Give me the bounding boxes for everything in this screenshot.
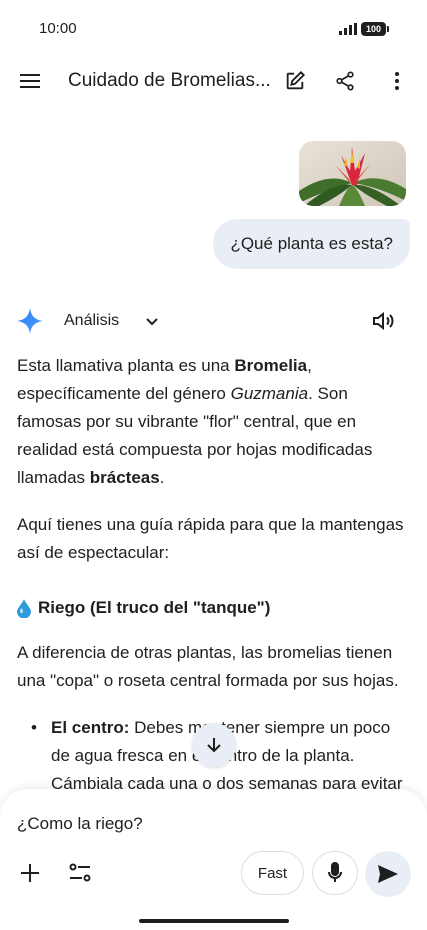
scroll-to-bottom-button[interactable] bbox=[192, 723, 236, 767]
reply-header: Análisis bbox=[0, 302, 427, 340]
tools-button[interactable] bbox=[62, 855, 98, 891]
model-speed-button[interactable]: Fast bbox=[241, 851, 304, 895]
hamburger-menu-icon bbox=[20, 74, 40, 88]
microphone-button[interactable] bbox=[312, 851, 358, 895]
speaker-icon[interactable] bbox=[371, 310, 395, 332]
water-drop-icon bbox=[17, 598, 31, 618]
intro-paragraph: Esta llamativa planta es una Bromelia, e… bbox=[17, 356, 373, 487]
status-time: 10:00 bbox=[39, 20, 77, 37]
edit-button[interactable] bbox=[277, 63, 313, 99]
section-paragraph: A diferencia de otras plantas, las brome… bbox=[17, 643, 399, 690]
top-app-bar: Cuidado de Bromelias... bbox=[0, 58, 427, 104]
gemini-sparkle-icon bbox=[17, 308, 43, 334]
status-bar: 10:00 100 bbox=[0, 0, 427, 58]
section-heading: Riego (El truco del "tanque") bbox=[17, 594, 413, 622]
menu-button[interactable] bbox=[12, 63, 48, 99]
send-button[interactable] bbox=[365, 851, 411, 897]
plus-icon bbox=[21, 864, 39, 882]
edit-icon bbox=[286, 70, 306, 90]
more-vert-icon bbox=[395, 72, 399, 90]
send-icon bbox=[378, 865, 398, 883]
add-button[interactable] bbox=[12, 855, 48, 891]
home-indicator[interactable] bbox=[139, 919, 289, 923]
arrow-down-icon bbox=[207, 738, 221, 753]
conversation-title[interactable]: Cuidado de Bromelias... bbox=[68, 70, 271, 92]
bromeliad-image bbox=[299, 141, 406, 206]
bromeliad-photo[interactable] bbox=[299, 141, 406, 206]
more-options-button[interactable] bbox=[379, 63, 415, 99]
share-icon bbox=[336, 71, 354, 91]
section-title: Riego (El truco del "tanque") bbox=[38, 598, 271, 617]
battery-icon: 100 bbox=[361, 22, 389, 36]
share-button[interactable] bbox=[327, 63, 363, 99]
chevron-down-icon[interactable] bbox=[144, 313, 160, 329]
tune-icon bbox=[69, 863, 91, 882]
prompt-input[interactable]: ¿Como la riego? bbox=[17, 814, 143, 834]
guide-paragraph: Aquí tienes una guía rápida para que la … bbox=[17, 515, 404, 562]
microphone-icon bbox=[328, 862, 342, 882]
signal-icon bbox=[339, 23, 357, 35]
user-message-bubble: ¿Qué planta es esta? bbox=[213, 219, 410, 269]
composer-panel: ¿Como la riego? Fast bbox=[0, 789, 427, 930]
mode-label[interactable]: Análisis bbox=[64, 312, 119, 330]
